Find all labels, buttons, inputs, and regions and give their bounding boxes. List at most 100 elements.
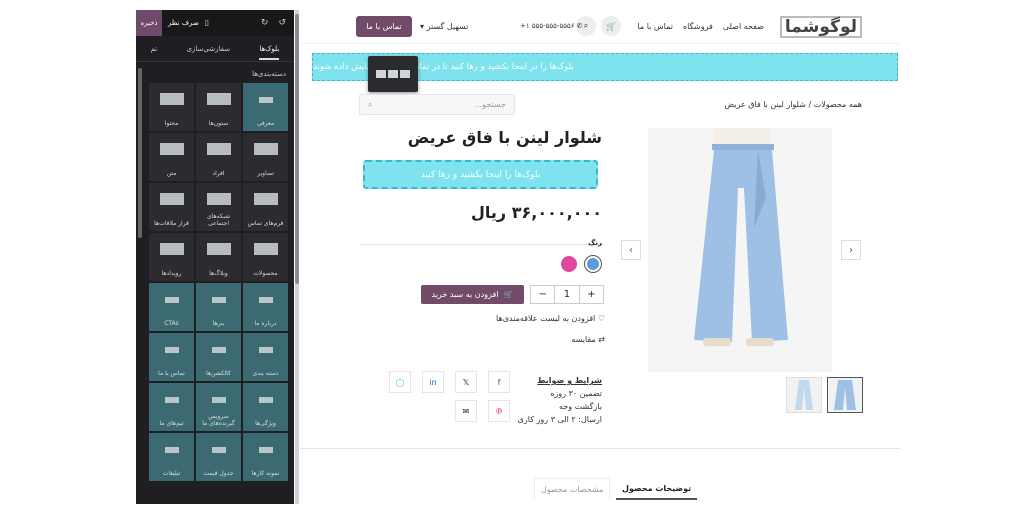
linkedin-icon[interactable]: in <box>422 371 444 393</box>
snippet-block[interactable]: شبکه‌های اجتماعی <box>196 183 241 231</box>
tab-blocks[interactable]: بلوک‌ها <box>259 45 280 60</box>
breadcrumb-separator: / <box>808 100 812 109</box>
color-swatch-blue[interactable] <box>585 256 601 272</box>
website-editor-panel: ذخیره صرف نظر ▯ ↻ ↺ تم سفارشی‌سازی بلوک‌… <box>136 10 294 504</box>
snippet-label: رویدادها <box>161 270 182 278</box>
snippet-label: محصولات <box>253 270 278 278</box>
product-photo <box>648 128 832 372</box>
breadcrumb-root[interactable]: همه محصولات <box>814 100 862 109</box>
snippet-block[interactable]: وبلاگ‌ها <box>196 233 241 281</box>
snippet-label: معرفی <box>256 120 275 128</box>
thumbnail-image <box>834 380 856 410</box>
increase-button[interactable]: + <box>578 286 603 303</box>
snippet-thumbnail-icon <box>211 297 226 303</box>
product-dropzone[interactable]: بلوک‌ها را اینجا بکشید و رها کنید <box>363 160 598 189</box>
scrollbar-thumb[interactable] <box>295 14 299 284</box>
blocks-grid: معرفی ستون‌ها محتوا تصاویر افراد متن فرم‌های ت… <box>136 83 294 481</box>
wishlist-link[interactable]: ♡ افزودن به لیست علاقه‌مندی‌ها <box>496 314 605 323</box>
discard-button[interactable]: صرف نظر ▯ <box>162 19 215 27</box>
snippet-block[interactable]: افراد <box>196 133 241 181</box>
snippet-block[interactable]: تماس با ما <box>149 333 194 381</box>
site-header: لوگوشما صفحه اصلی فروشگاه تماس با ما 🛒 ⌕… <box>300 10 900 44</box>
product-search-input[interactable]: جستجو... ⌕ <box>359 94 515 115</box>
snippet-thumbnail-icon <box>253 193 278 205</box>
snippet-block[interactable]: متن <box>149 133 194 181</box>
accessibility-dropdown[interactable]: ▾ تسهیل گستر <box>420 22 468 31</box>
cart-icon[interactable]: 🛒 <box>601 16 621 36</box>
snippet-block[interactable]: نمونه کارها <box>243 433 288 481</box>
dragged-block-preview[interactable] <box>368 56 418 92</box>
heart-icon: ♡ <box>597 314 605 323</box>
snippet-block[interactable]: محتوا <box>149 83 194 131</box>
whatsapp-icon[interactable]: ◯ <box>389 371 411 393</box>
compare-link[interactable]: ⇄ مقایسه <box>571 335 605 344</box>
snippet-thumbnail-icon <box>258 447 273 453</box>
snippet-block[interactable]: کالکشن‌ها <box>196 333 241 381</box>
snippet-block[interactable]: تیم‌های ما <box>149 383 194 431</box>
add-to-cart-button[interactable]: افزودن به سبد خرید 🛒 <box>421 285 524 304</box>
site-logo[interactable]: لوگوشما <box>779 16 862 38</box>
snippet-thumbnail-icon <box>258 347 273 353</box>
snippet-label: تیم‌های ما <box>159 420 184 428</box>
snippet-label: کالکشن‌ها <box>206 370 231 378</box>
snippet-label: نمونه کارها <box>251 470 280 478</box>
phone-number[interactable]: +۱ ۵۵۵-۵۵۵-۵۵۵۶ ✆ <box>520 22 583 30</box>
undo-icon[interactable]: ↺ <box>278 18 286 28</box>
previous-image-button[interactable]: ‹ <box>621 240 641 260</box>
color-swatch-pink[interactable] <box>561 256 577 272</box>
snippet-block[interactable]: قرار ملاقات‌ها <box>149 183 194 231</box>
nav-home[interactable]: صفحه اصلی <box>723 22 764 31</box>
panel-scrollbar[interactable] <box>295 10 299 504</box>
thumbnail-1[interactable] <box>827 377 863 413</box>
tab-specs[interactable]: مشخصات محصول <box>534 478 611 500</box>
discard-label: صرف نظر <box>168 19 199 27</box>
search-icon[interactable]: ⌕ <box>368 100 372 110</box>
snippet-block[interactable]: درباره ما <box>243 283 288 331</box>
email-icon[interactable]: ✉ <box>455 400 477 422</box>
snippet-block[interactable]: جدول قیمت <box>196 433 241 481</box>
product-title: شلوار لینن با فاق عریض <box>407 128 602 147</box>
snippet-block[interactable]: بنرها <box>196 283 241 331</box>
snippet-block[interactable]: معرفی <box>243 83 288 131</box>
facebook-icon[interactable]: f <box>488 371 510 393</box>
contact-us-button[interactable]: تماس با ما <box>356 16 412 37</box>
tab-description[interactable]: توضیحات محصول <box>616 478 698 500</box>
snippet-thumbnail-icon <box>206 193 231 205</box>
snippet-block[interactable]: محصولات <box>243 233 288 281</box>
next-image-button[interactable]: › <box>841 240 861 260</box>
snippet-block[interactable]: ستون‌ها <box>196 83 241 131</box>
redo-icon[interactable]: ↻ <box>261 18 269 28</box>
snippet-block[interactable]: ویژگی‌ها <box>243 383 288 431</box>
snippet-block[interactable]: تبلیغات <box>149 433 194 481</box>
decrease-button[interactable]: − <box>531 286 554 303</box>
quantity-input[interactable]: 1 <box>554 286 578 303</box>
snippet-block[interactable]: CTAs <box>149 283 194 331</box>
save-button[interactable]: ذخیره <box>136 10 162 36</box>
snippet-thumbnail-icon <box>253 143 278 155</box>
mobile-preview-icon[interactable]: ▯ <box>205 19 209 27</box>
editor-scrollbar[interactable] <box>138 68 142 238</box>
x-icon[interactable]: 𝕏 <box>455 371 477 393</box>
editor-tabs: تم سفارشی‌سازی بلوک‌ها <box>136 36 294 62</box>
tab-customize[interactable]: سفارشی‌سازی <box>187 45 230 53</box>
snippet-thumbnail-icon <box>211 447 226 453</box>
nav-shop[interactable]: فروشگاه <box>683 22 713 31</box>
thumbnail-2[interactable] <box>786 377 822 413</box>
snippet-thumbnail-icon <box>211 397 226 403</box>
snippet-block[interactable]: رویدادها <box>149 233 194 281</box>
snippet-block[interactable]: فرم‌های تماس <box>243 183 288 231</box>
terms-link[interactable]: شرایط و ضوابط <box>518 374 602 387</box>
tab-theme[interactable]: تم <box>151 45 158 53</box>
snippet-thumbnail-icon <box>164 347 179 353</box>
snippet-label: بنرها <box>212 320 225 328</box>
snippet-label: ستون‌ها <box>208 120 229 128</box>
pinterest-icon[interactable]: ℗ <box>488 400 510 422</box>
snippet-block[interactable]: تصاویر <box>243 133 288 181</box>
snippet-block[interactable]: سرویس گیرنده‌های ما <box>196 383 241 431</box>
snippet-label: محتوا <box>164 120 179 128</box>
snippet-block[interactable]: دسته بندی <box>243 333 288 381</box>
product-main-image[interactable] <box>648 128 832 372</box>
nav-contact[interactable]: تماس با ما <box>637 22 673 31</box>
phone-text: +۱ ۵۵۵-۵۵۵-۵۵۵۶ <box>520 22 575 30</box>
section-title: دسته‌بندی‌ها <box>252 70 286 78</box>
